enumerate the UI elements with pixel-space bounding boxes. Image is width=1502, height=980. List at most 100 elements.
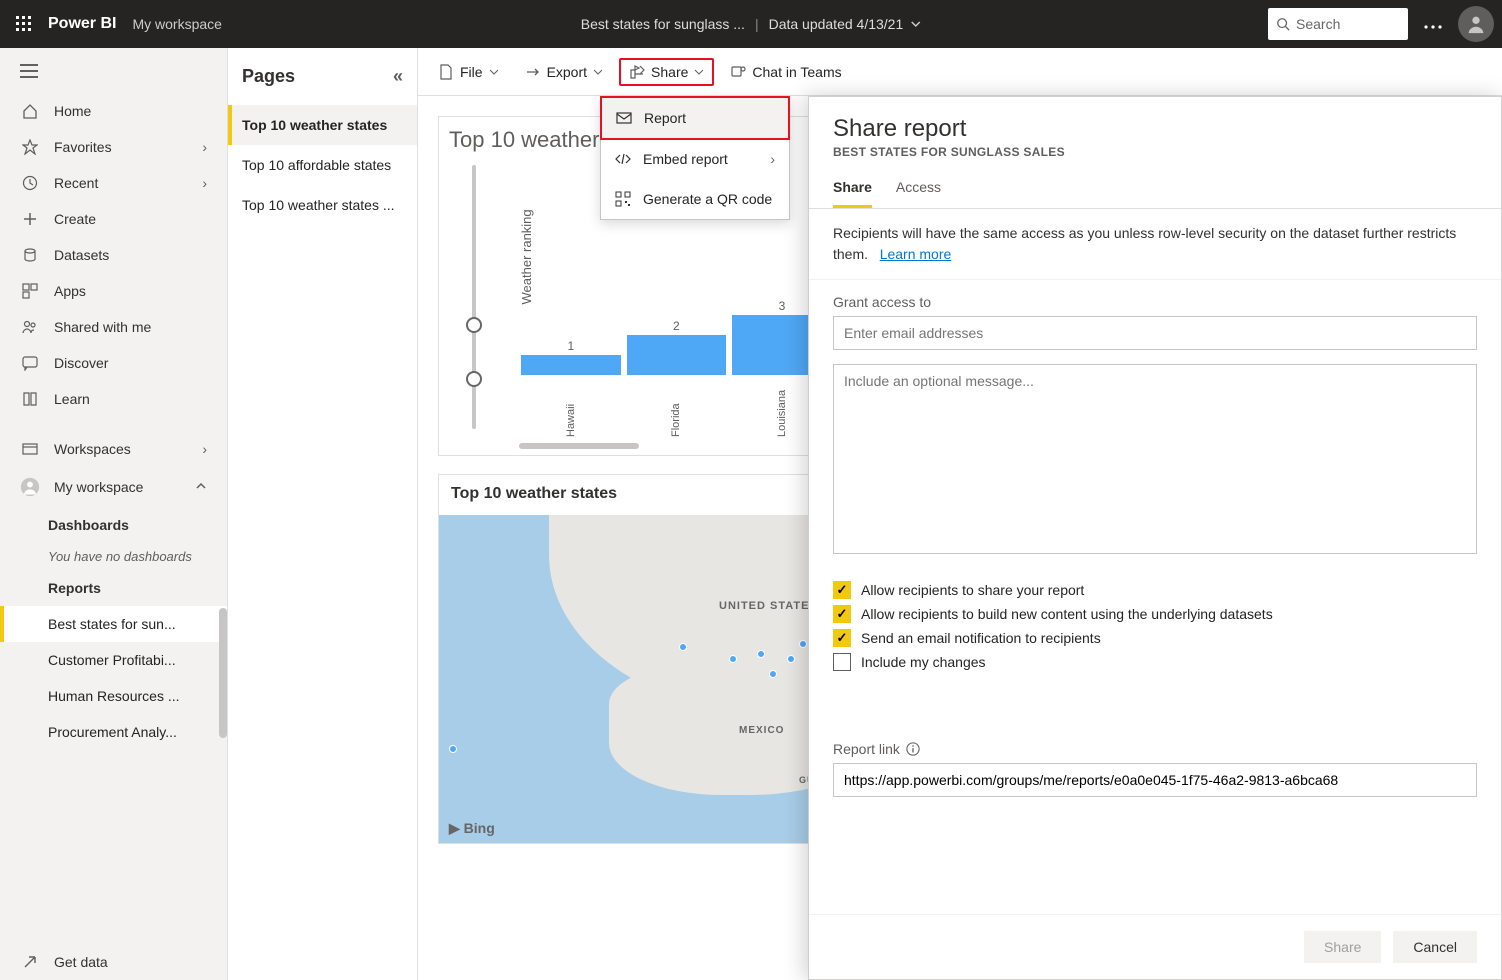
- bing-logo: ▶ Bing: [449, 820, 495, 837]
- nav-myworkspace[interactable]: My workspace: [0, 467, 227, 507]
- chevron-down-icon: [694, 67, 704, 77]
- slicer[interactable]: [449, 157, 499, 437]
- pages-pane: Pages « Top 10 weather states Top 10 aff…: [228, 48, 418, 980]
- report-item[interactable]: Customer Profitabi...: [0, 642, 227, 678]
- chevron-down-icon: [489, 67, 499, 77]
- report-toolbar: File Export Share Chat in Teams: [418, 48, 1502, 96]
- workspace-name[interactable]: My workspace: [132, 16, 221, 32]
- chevron-right-icon: ›: [202, 441, 207, 457]
- checkbox-include-changes[interactable]: Include my changes: [833, 653, 1477, 671]
- export-button[interactable]: Export: [515, 58, 613, 86]
- chevron-up-icon: [195, 479, 207, 495]
- embed-report-item[interactable]: Embed report ›: [601, 139, 789, 179]
- mail-icon: [616, 110, 632, 126]
- qr-item[interactable]: Generate a QR code: [601, 179, 789, 219]
- page-item[interactable]: Top 10 weather states ...: [228, 185, 417, 225]
- nav-favorites[interactable]: Favorites ›: [0, 129, 227, 165]
- embed-label: Embed report: [643, 151, 728, 167]
- nav-learn[interactable]: Learn: [0, 381, 227, 417]
- bar-value: 2: [673, 319, 680, 333]
- chevron-down-icon[interactable]: [909, 18, 921, 30]
- nav-label: Create: [54, 211, 96, 227]
- tab-share[interactable]: Share: [833, 179, 872, 208]
- page-item[interactable]: Top 10 affordable states: [228, 145, 417, 185]
- search-placeholder: Search: [1296, 16, 1340, 32]
- avatar[interactable]: [1458, 6, 1494, 42]
- chat-label: Chat in Teams: [752, 64, 841, 80]
- report-canvas: File Export Share Chat in Teams: [418, 48, 1502, 980]
- share-report-item[interactable]: Report: [600, 96, 790, 140]
- dashboards-head: Dashboards: [0, 507, 227, 543]
- report-name[interactable]: Best states for sunglass ...: [581, 16, 745, 32]
- apps-icon: [20, 283, 40, 299]
- horizontal-scrollbar[interactable]: [519, 443, 639, 449]
- map-label-mexico: MEXICO: [739, 725, 784, 736]
- info-icon[interactable]: [906, 742, 920, 756]
- file-button[interactable]: File: [428, 58, 509, 86]
- search-input[interactable]: Search: [1268, 8, 1408, 40]
- nav-workspaces[interactable]: Workspaces›: [0, 431, 227, 467]
- chevron-right-icon: ›: [202, 175, 207, 191]
- nav-label: Apps: [54, 283, 86, 299]
- learn-more-link[interactable]: Learn more: [880, 246, 952, 262]
- share-info: Recipients will have the same access as …: [809, 209, 1501, 280]
- people-icon: [20, 319, 40, 335]
- home-icon: [20, 103, 40, 119]
- teams-icon: [730, 64, 746, 80]
- share-label: Share: [651, 64, 688, 80]
- report-item[interactable]: Best states for sun...: [0, 606, 227, 642]
- bar[interactable]: [627, 335, 727, 375]
- code-icon: [615, 151, 631, 167]
- nav-label: Get data: [54, 954, 108, 970]
- report-item[interactable]: Procurement Analy...: [0, 714, 227, 750]
- slider-thumb[interactable]: [466, 317, 482, 333]
- share-submit-button[interactable]: Share: [1304, 931, 1381, 963]
- checkbox-send-email[interactable]: Send an email notification to recipients: [833, 629, 1477, 647]
- bar[interactable]: [521, 355, 621, 375]
- nav-recent[interactable]: Recent›: [0, 165, 227, 201]
- qr-icon: [615, 191, 631, 207]
- checkbox-icon: [833, 605, 851, 623]
- message-field[interactable]: [833, 364, 1477, 554]
- tab-access[interactable]: Access: [896, 179, 941, 208]
- more-icon[interactable]: [1420, 12, 1446, 36]
- report-item[interactable]: Human Resources ...: [0, 678, 227, 714]
- nav-label: Favorites: [54, 139, 112, 155]
- nav-label: Datasets: [54, 247, 109, 263]
- bar-value: 3: [779, 299, 786, 313]
- scrollbar[interactable]: [219, 608, 227, 738]
- share-button[interactable]: Share: [619, 58, 714, 86]
- slider-thumb[interactable]: [466, 371, 482, 387]
- page-item[interactable]: Top 10 weather states: [228, 105, 417, 145]
- nav-getdata[interactable]: Get data: [0, 944, 227, 980]
- share-icon: [629, 64, 645, 80]
- checkbox-allow-share[interactable]: Allow recipients to share your report: [833, 581, 1477, 599]
- checkbox-icon: [833, 629, 851, 647]
- share-panel: Share report BEST STATES FOR SUNGLASS SA…: [808, 96, 1502, 980]
- cancel-button[interactable]: Cancel: [1393, 931, 1477, 963]
- nav-shared[interactable]: Shared with me: [0, 309, 227, 345]
- checkbox-allow-build[interactable]: Allow recipients to build new content us…: [833, 605, 1477, 623]
- data-updated[interactable]: Data updated 4/13/21: [769, 16, 904, 32]
- email-field[interactable]: [833, 316, 1477, 350]
- book-icon: [20, 391, 40, 407]
- nav-apps[interactable]: Apps: [0, 273, 227, 309]
- nav-home[interactable]: Home: [0, 93, 227, 129]
- search-icon: [1276, 17, 1290, 31]
- nav-label: Discover: [54, 355, 108, 371]
- nav-datasets[interactable]: Datasets: [0, 237, 227, 273]
- app-launcher-icon[interactable]: [8, 8, 40, 40]
- nav-label: Shared with me: [54, 319, 151, 335]
- report-link-field[interactable]: [833, 763, 1477, 797]
- chevron-right-icon: ›: [202, 139, 207, 155]
- file-label: File: [460, 64, 483, 80]
- grant-label: Grant access to: [833, 294, 1477, 310]
- collapse-icon[interactable]: «: [393, 66, 403, 87]
- hamburger-icon[interactable]: [0, 52, 227, 93]
- person-icon: [20, 477, 40, 497]
- plus-icon: [20, 211, 40, 227]
- map-label-us: UNITED STATES: [719, 600, 818, 612]
- chat-button[interactable]: Chat in Teams: [720, 58, 851, 86]
- nav-create[interactable]: Create: [0, 201, 227, 237]
- nav-discover[interactable]: Discover: [0, 345, 227, 381]
